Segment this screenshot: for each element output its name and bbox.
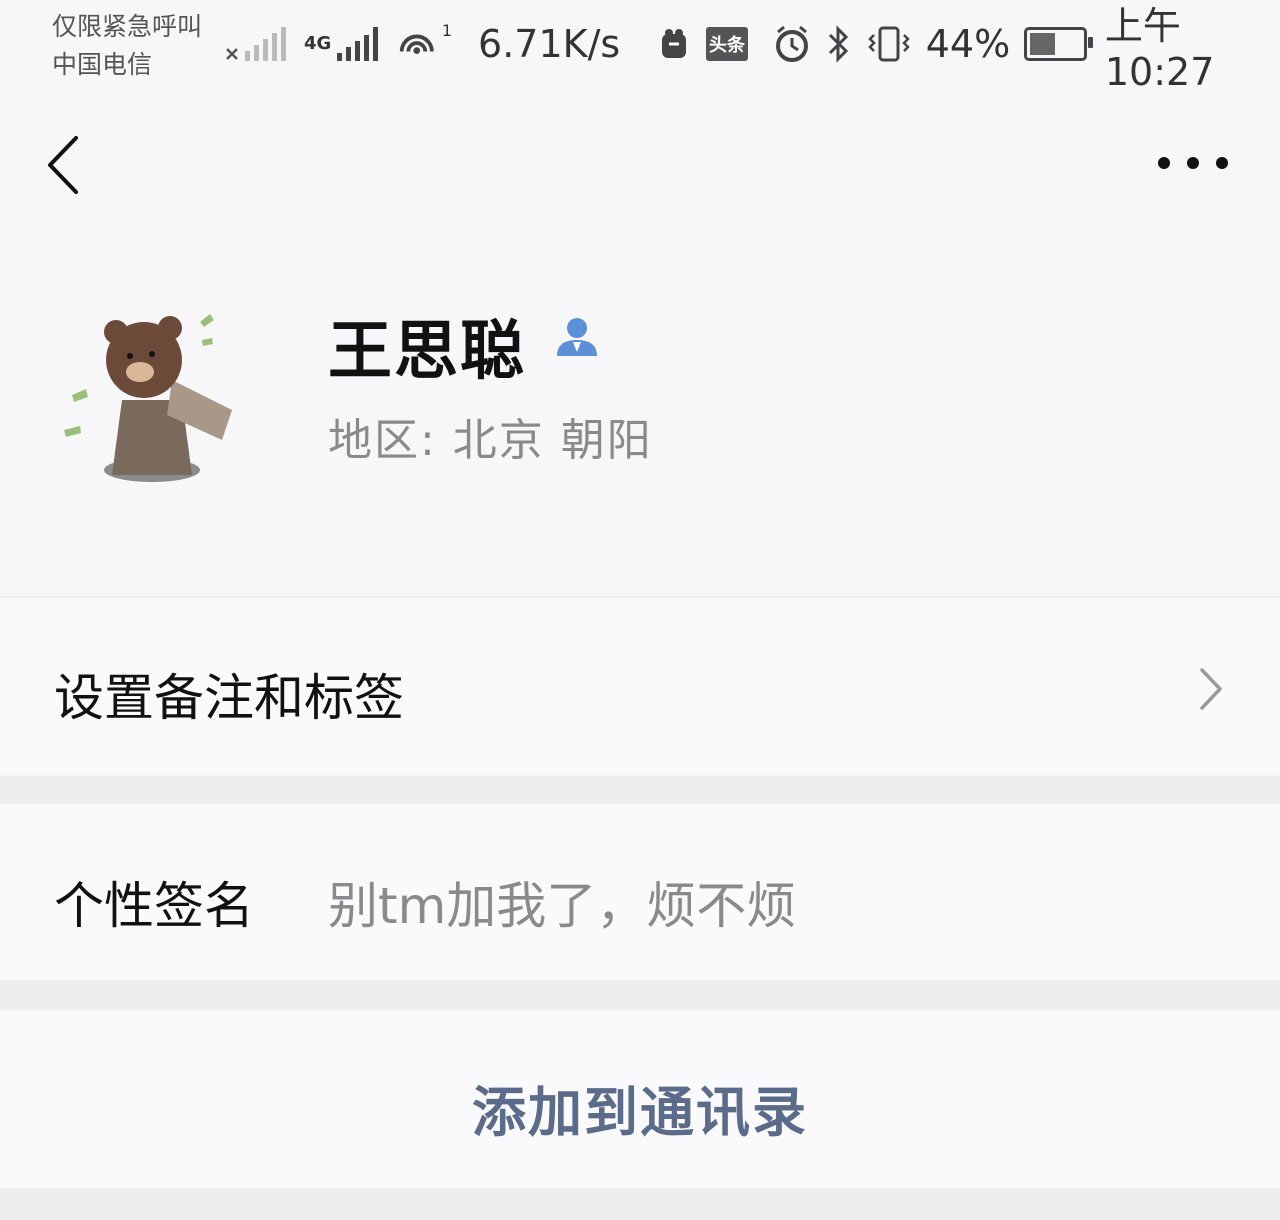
dot-icon [1187, 157, 1199, 169]
section-gap [0, 980, 1280, 1010]
carrier-name: 中国电信 [52, 50, 153, 79]
status-bar: 仅限紧急呼叫 中国电信 4G 1 6.71K/s 头条 44% 上午10:27 [0, 0, 1280, 100]
network-speed: 6.71K/s [478, 22, 621, 66]
vibrate-icon [866, 25, 912, 63]
dot-icon [1216, 157, 1228, 169]
remark-tags-label: 设置备注和标签 [54, 669, 404, 727]
carrier-info: 仅限紧急呼叫 中国电信 [52, 8, 202, 84]
status-icons: 4G 1 6.71K/s 头条 44% 上午10:27 [225, 4, 1280, 94]
signature-label: 个性签名 [54, 877, 254, 935]
bluetooth-icon [826, 25, 852, 63]
back-chevron-icon[interactable] [40, 130, 90, 200]
signature-row: 个性签名 别tm加我了，烦不烦 [0, 804, 1280, 980]
more-options-button[interactable] [1158, 150, 1228, 176]
chevron-right-icon [1200, 668, 1222, 710]
network-type: 4G [304, 33, 332, 54]
person-badge-icon [557, 318, 597, 356]
clock: 上午10:27 [1104, 3, 1215, 94]
toutiao-icon: 头条 [706, 27, 748, 61]
add-contact-row[interactable]: 添加到通讯录 [0, 1010, 1280, 1188]
profile-region: 地区: 北京 朝阳 [328, 415, 653, 466]
profile-name: 王思聪 [328, 315, 526, 389]
emergency-call-text: 仅限紧急呼叫 [52, 12, 203, 41]
dot-icon [1158, 157, 1170, 169]
battery-icon [1024, 27, 1093, 61]
signature-value: 别tm加我了，烦不烦 [328, 877, 797, 935]
signal-strength-icon [337, 27, 379, 61]
app-notification-icon [656, 26, 692, 62]
section-gap [0, 776, 1280, 804]
remark-tags-row[interactable]: 设置备注和标签 [0, 598, 1280, 774]
battery-percent: 44% [925, 22, 1011, 66]
bear-avatar[interactable] [52, 300, 252, 500]
section-gap [0, 1188, 1280, 1220]
alarm-icon [772, 24, 812, 64]
hotspot-count: 1 [441, 20, 453, 40]
add-to-contacts-button[interactable]: 添加到通讯录 [0, 1068, 1280, 1147]
hotspot-icon [400, 34, 435, 54]
no-signal-icon [225, 27, 286, 61]
